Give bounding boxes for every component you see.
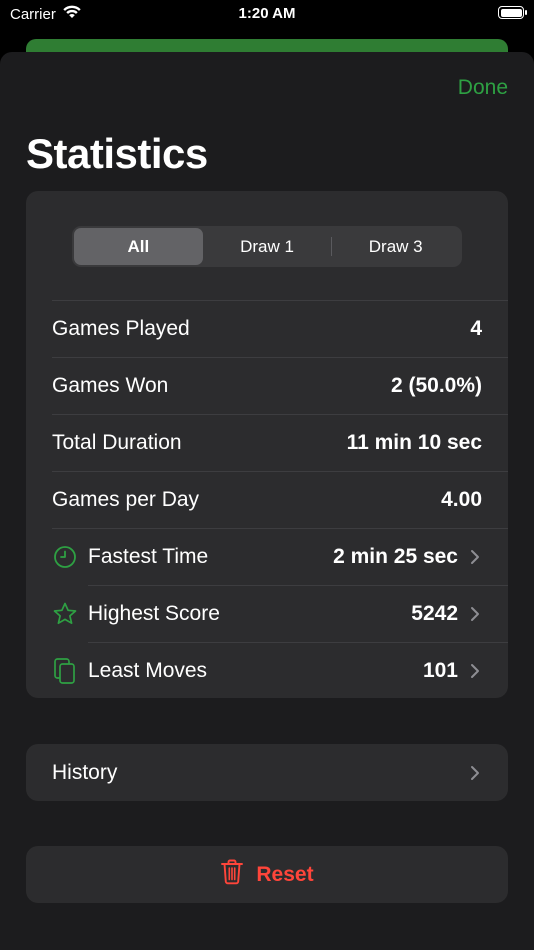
stat-label: Least Moves [88,658,208,682]
star-icon [52,601,78,627]
chevron-right-icon [470,765,482,781]
stat-value: 101 [422,658,458,682]
stat-label: Games per Day [52,487,200,511]
stat-value: 2 min 25 sec [333,544,458,568]
page-title: Statistics [26,130,208,177]
cards-icon [52,657,78,684]
battery-icon [498,6,527,19]
draw-mode-segmented-control: All Draw 1 Draw 3 [72,226,462,267]
trash-icon [220,859,244,890]
done-button[interactable]: Done [458,76,508,100]
stat-label: Games Won [52,373,169,397]
history-label: History [52,760,118,784]
statistics-sheet: Done Statistics All Draw 1 Draw 3 Games … [0,52,534,950]
stat-value: 4 [470,316,482,340]
stat-label: Fastest Time [88,544,209,568]
segment-draw-3[interactable]: Draw 3 [331,228,460,265]
stat-label: Total Duration [52,430,182,454]
stat-row-games-played: Games Played 4 [26,300,508,357]
chevron-right-icon [470,663,482,679]
reset-row: Reset [26,846,508,903]
stat-value: 2 (50.0%) [390,373,482,397]
stat-row-fastest-time[interactable]: Fastest Time 2 min 25 sec [26,528,508,585]
stat-label: Games Played [52,316,190,340]
stat-row-games-won: Games Won 2 (50.0%) [26,357,508,414]
statistics-card: All Draw 1 Draw 3 Games Played 4 Games W… [26,191,508,698]
segment-draw-1[interactable]: Draw 1 [203,228,332,265]
stat-value: 11 min 10 sec [346,430,482,454]
history-card: History [26,744,508,801]
stat-row-least-moves[interactable]: Least Moves 101 [26,642,508,698]
status-bar: Carrier 1:20 AM [0,0,534,30]
stats-list: Games Played 4 Games Won 2 (50.0%) Total… [26,300,508,698]
stat-row-highest-score[interactable]: Highest Score 5242 [26,585,508,642]
history-row[interactable]: History [26,744,508,801]
chevron-right-icon [470,549,482,565]
screen: Carrier 1:20 AM Done Statistics All Draw… [0,0,534,950]
clock-icon [52,544,78,570]
stat-value: 4.00 [441,487,482,511]
stat-label: Highest Score [88,601,220,625]
chevron-right-icon [470,606,482,622]
stat-row-total-duration: Total Duration 11 min 10 sec [26,414,508,471]
stat-value: 5242 [411,601,458,625]
reset-label: Reset [256,862,314,886]
status-time: 1:20 AM [238,5,296,22]
stat-row-games-per-day: Games per Day 4.00 [26,471,508,528]
segment-all[interactable]: All [74,228,203,265]
reset-button[interactable]: Reset [26,846,508,903]
